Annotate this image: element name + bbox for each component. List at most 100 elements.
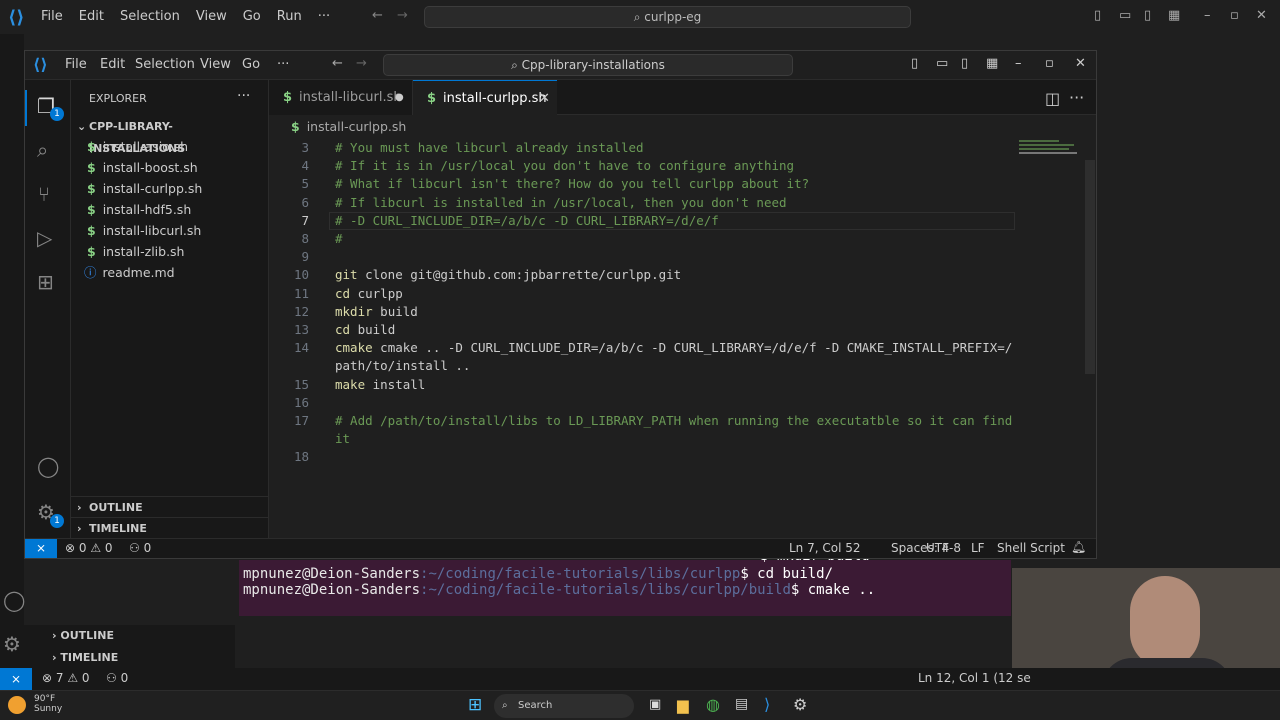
terminal-app-icon[interactable]: ▤ [735,696,748,712]
shell-file-icon: $ [87,244,96,259]
layout-sidebar-icon[interactable]: ▯ [911,56,918,71]
menu-view[interactable]: View [200,57,231,72]
remote-icon[interactable]: ⨯ [25,539,57,558]
command-center[interactable]: ⌕ Cpp-library-installations [383,54,793,76]
activity-bar: ❐ 1 ⌕ ⑂ ▷ ⊞ ◯ ⚙ 1 [25,80,71,538]
tab-install-curlpp[interactable]: $ install-curlpp.sh ✕ [413,80,557,115]
file-install-hdf5[interactable]: $ install-hdf5.sh [87,199,191,220]
tab-install-libcurl[interactable]: $ install-libcurl.sh ● [269,80,413,115]
weather-sun-icon[interactable] [8,696,26,714]
vertical-scrollbar[interactable] [1085,160,1095,374]
code-arguments: curlpp [350,285,403,301]
menu-go[interactable]: Go [242,57,260,72]
menu-more[interactable]: ··· [277,57,289,72]
menu-file[interactable]: File [41,9,63,24]
menu-selection[interactable]: Selection [120,9,180,24]
background-outline-section[interactable]: › OUTLINE [52,629,114,642]
menu-file[interactable]: File [65,57,87,72]
minimize-icon[interactable]: – [1204,8,1211,23]
file-install-libcurl[interactable]: $ install-libcurl.sh [87,220,201,241]
windows-start-icon[interactable]: ⊞ [468,695,482,715]
task-view-icon[interactable]: ▣ [649,697,661,712]
settings-gear-icon[interactable]: ⚙ [3,634,21,654]
language-mode[interactable]: Shell Script [997,541,1065,555]
account-icon[interactable]: ◯ [37,456,59,476]
customize-layout-icon[interactable]: ▦ [1168,8,1180,23]
file-readme[interactable]: ⓘ readme.md [84,262,175,283]
file-install-boost[interactable]: $ install-boost.sh [87,157,198,178]
notifications-bell-icon[interactable]: 🔔︎ [1071,540,1086,554]
line-number: 4 [301,158,309,174]
file-install-zlib[interactable]: $ install-zlib.sh [87,241,184,262]
close-icon[interactable]: ✕ [1256,8,1267,23]
forward-arrow-icon[interactable]: → [356,56,367,71]
code-line: mkdir build [335,304,418,319]
layout-panel-icon[interactable]: ▭ [936,56,948,71]
settings-badge: 1 [50,514,64,528]
account-icon[interactable]: ◯ [3,590,25,610]
settings-app-icon[interactable]: ⚙ [793,695,807,714]
menu-edit[interactable]: Edit [79,9,104,24]
file-install-curlpp[interactable]: $ install-curlpp.sh [87,178,202,199]
breadcrumb[interactable]: $ install-curlpp.sh [291,119,406,134]
explorer-more-icon[interactable]: ··· [237,88,250,104]
unsaved-dot-icon[interactable]: ● [395,80,404,115]
source-control-icon[interactable]: ⑂ [38,184,50,204]
line-number: 10 [293,267,309,283]
menu-run[interactable]: Run [277,9,302,24]
cursor-position[interactable]: Ln 7, Col 52 [789,541,861,555]
menu-view[interactable]: View [196,9,227,24]
extensions-icon[interactable]: ⊞ [37,272,54,292]
maximize-icon[interactable]: ▫ [1045,56,1054,71]
problems-indicator[interactable]: ⊗ 0 ⚠ 0 [65,541,113,555]
command-center-label: Cpp-library-installations [521,58,665,72]
minimap[interactable] [1019,138,1083,162]
outline-section[interactable]: › OUTLINE [71,496,268,517]
minimize-icon[interactable]: – [1015,56,1022,71]
explorer-title: EXPLORER [89,92,147,105]
background-problems[interactable]: ⊗ 7 ⚠ 0 [42,671,90,685]
layout-sidebar-icon[interactable]: ▯ [1094,8,1101,23]
background-command-center[interactable]: ⌕ curlpp-eg [424,6,911,28]
weather-widget[interactable]: 90°F Sunny [34,694,62,714]
tab-close-icon[interactable]: ✕ [539,81,550,116]
menu-go[interactable]: Go [243,9,261,24]
code-area[interactable]: 3 # You must have libcurl already install… [269,138,1096,538]
maximize-icon[interactable]: ▫ [1230,8,1239,23]
layout-secondary-icon[interactable]: ▯ [961,56,968,71]
file-explorer-icon[interactable]: ▆ [677,696,689,714]
layout-panel-icon[interactable]: ▭ [1119,8,1131,23]
chrome-icon[interactable]: ◍ [706,695,720,714]
code-arguments: build [372,303,418,319]
editor-more-icon[interactable]: ··· [1069,88,1084,107]
code-line: # If it is in /usr/local you don't have … [335,158,794,173]
run-debug-icon[interactable]: ▷ [37,228,52,248]
remote-icon[interactable]: ⨯ [0,668,32,690]
close-icon[interactable]: ✕ [1075,56,1086,71]
end-of-line[interactable]: LF [971,541,985,555]
back-arrow-icon[interactable]: ← [372,8,383,23]
menu-selection[interactable]: Selection [135,57,195,72]
timeline-section[interactable]: › TIMELINE [71,517,268,538]
background-timeline-section[interactable]: › TIMELINE [52,651,118,664]
search-icon[interactable]: ⌕ [37,140,48,160]
menu-edit[interactable]: Edit [100,57,125,72]
code-command: cd [335,285,351,301]
menu-more[interactable]: ··· [318,9,330,24]
split-editor-icon[interactable]: ◫ [1045,89,1060,108]
shell-file-icon: $ [87,160,96,175]
file-install-asio[interactable]: $ install-asio.sh [87,136,188,157]
folder-header[interactable]: ⌄ CPP-LIBRARY-INSTALLATIONS [71,116,268,155]
customize-layout-icon[interactable]: ▦ [986,56,998,71]
line-number: 7 [301,212,309,228]
taskbar-search[interactable]: ⌕ Search [494,694,634,718]
forward-arrow-icon[interactable]: → [397,8,408,23]
encoding[interactable]: UTF-8 [926,541,961,555]
background-ports[interactable]: ⚇ 0 [106,671,128,685]
background-cursor-position[interactable]: Ln 12, Col 1 (12 se [918,671,1031,685]
back-arrow-icon[interactable]: ← [332,56,343,71]
ports-indicator[interactable]: ⚇ 0 [129,541,151,555]
layout-secondary-icon[interactable]: ▯ [1144,8,1151,23]
vscode-taskbar-icon[interactable]: ⟩ [764,695,770,714]
code-line: git clone git@github.com:jpbarrette/curl… [335,267,681,282]
